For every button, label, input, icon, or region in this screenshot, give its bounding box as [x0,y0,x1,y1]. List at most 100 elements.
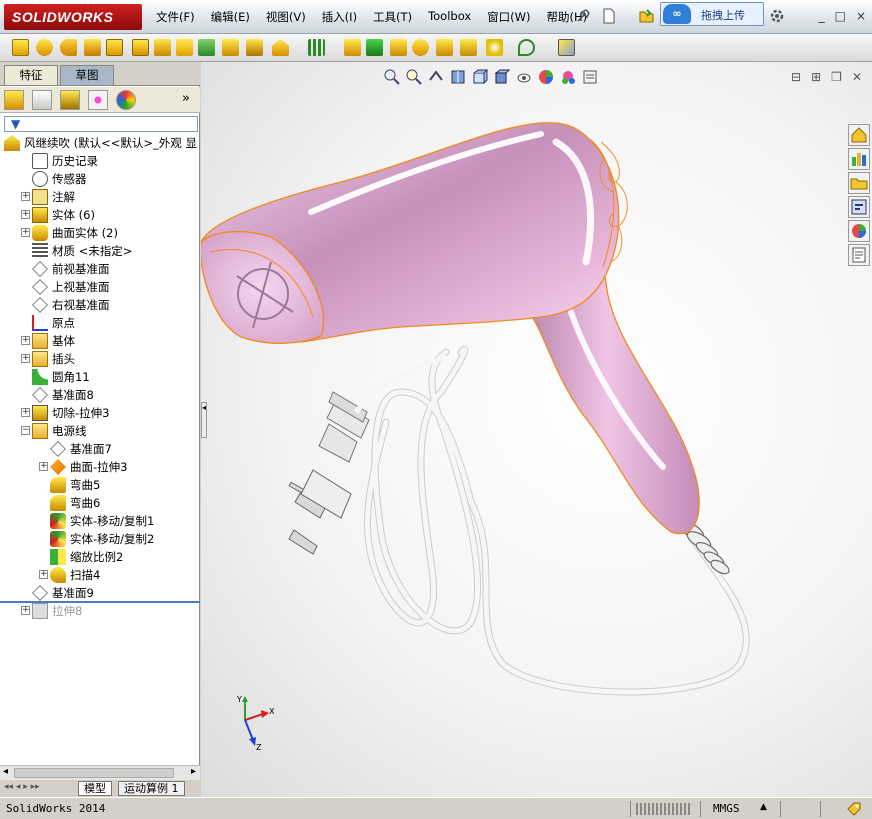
lofted-boss-icon[interactable] [84,39,101,56]
hair-dryer-model[interactable] [201,62,872,797]
intersect-icon[interactable] [436,39,453,56]
extruded-boss-icon[interactable] [12,39,29,56]
tree-item[interactable]: + 基体 [0,332,200,350]
dimxpert-manager-icon[interactable] [88,90,108,110]
minimize-button[interactable]: _ [819,9,825,23]
expand-plus-icon[interactable]: + [21,336,30,345]
collapse-minus-icon[interactable]: − [21,426,30,435]
tree-item[interactable]: 基准面9 [0,584,200,602]
menu-insert[interactable]: 插入(I) [314,9,365,25]
menu-view[interactable]: 视图(V) [258,9,314,25]
tree-filter-field[interactable]: ▼ [4,116,198,132]
more-tabs-chevron-icon[interactable]: » [182,91,190,106]
expand-plus-icon[interactable]: + [39,462,48,471]
expand-plus-icon[interactable]: + [21,228,30,237]
expand-plus-icon[interactable]: + [21,354,30,363]
rollback-bar[interactable] [0,601,200,603]
extruded-cut-icon[interactable] [132,39,149,56]
tree-item[interactable]: 基准面8 [0,386,200,404]
tree-item[interactable]: 圆角11 [0,368,200,386]
menu-edit[interactable]: 编辑(E) [203,9,258,25]
menu-tools[interactable]: 工具(T) [365,9,420,25]
upload-widget[interactable]: ∞ 拖拽上传 [660,2,764,26]
tab-model[interactable]: 模型 [78,781,112,796]
tree-item[interactable]: 弯曲6 [0,494,200,512]
linear-pattern-icon[interactable] [308,39,325,56]
tree-item[interactable]: + 扫描4 [0,566,200,584]
command-manager-tabs: 特征 草图 [0,62,200,86]
shell-icon[interactable] [390,39,407,56]
scroll-thumb[interactable] [14,768,174,778]
expand-plus-icon[interactable]: + [39,570,48,579]
instant3d-icon[interactable] [558,39,575,56]
tree-item[interactable]: 上视基准面 [0,278,200,296]
panel-collapse-handle[interactable]: ◂ [201,402,207,438]
lofted-cut-icon[interactable] [222,39,239,56]
tree-item[interactable]: 传感器 [0,170,200,188]
reference-geometry-icon[interactable] [486,39,503,56]
tree-item[interactable]: 风继续吹 (默认<<默认>_外观 显 [0,134,200,152]
expand-plus-icon[interactable]: + [21,408,30,417]
tab-nav-arrows-icon[interactable]: ◂◂ ◂ ▸ ▸▸ [4,782,40,792]
revolved-cut-icon[interactable] [176,39,193,56]
tab-motion-study[interactable]: 运动算例 1 [118,781,185,796]
rib-icon[interactable] [344,39,361,56]
close-button[interactable]: × [856,9,866,23]
tree-horizontal-scrollbar[interactable]: ◂ ▸ [0,765,200,780]
draft-icon[interactable] [366,39,383,56]
unit-system-indicator[interactable]: MMGS [713,802,740,815]
tree-item[interactable]: 历史记录 [0,152,200,170]
swept-cut-icon[interactable] [198,39,215,56]
menu-file[interactable]: 文件(F) [148,9,203,25]
hole-wizard-icon[interactable] [154,39,171,56]
tree-item[interactable]: + 拉伸8 [0,602,200,620]
open-folder-icon[interactable] [638,7,656,25]
tree-item[interactable]: + 插头 [0,350,200,368]
swept-boss-icon[interactable] [60,39,77,56]
tab-sketch[interactable]: 草图 [60,65,114,85]
scroll-right-icon[interactable]: ▸ [191,766,196,777]
tree-item[interactable]: 缩放比例2 [0,548,200,566]
tree-item[interactable]: 基准面7 [0,440,200,458]
expand-plus-icon[interactable]: + [21,192,30,201]
boundary-cut-icon[interactable] [246,39,263,56]
display-manager-icon[interactable] [116,90,136,110]
tree-item[interactable]: + 曲面-拉伸3 [0,458,200,476]
tree-item[interactable]: + 注解 [0,188,200,206]
units-menu-caret-icon[interactable]: ▲ [760,802,767,812]
expand-plus-icon[interactable]: + [21,210,30,219]
tab-features[interactable]: 特征 [4,65,58,85]
tree-item[interactable]: + 曲面实体 (2) [0,224,200,242]
pushpin-icon[interactable] [574,7,592,25]
graphics-area[interactable]: ⊟ ⊞ ❐ ✕ X Y Z ◂ [201,62,872,797]
curves-icon[interactable] [518,39,535,56]
tag-icon[interactable] [846,801,862,817]
mirror-icon[interactable] [460,39,477,56]
maximize-button[interactable]: □ [835,9,846,23]
tree-item[interactable]: 实体-移动/复制1 [0,512,200,530]
solidworks-logo[interactable]: SOLIDWORKS [4,4,142,30]
feature-manager-icon[interactable] [4,90,24,110]
tree-item[interactable]: − 电源线 [0,422,200,440]
revolved-boss-icon[interactable] [36,39,53,56]
tree-item[interactable]: 材质 <未指定> [0,242,200,260]
boundary-boss-icon[interactable] [106,39,123,56]
settings-gear-icon[interactable] [768,7,786,25]
tree-item[interactable]: 原点 [0,314,200,332]
fillet-icon[interactable] [272,39,289,56]
wrap-icon[interactable] [412,39,429,56]
configuration-manager-icon[interactable] [60,90,80,110]
expand-plus-icon[interactable]: + [21,606,30,615]
tree-item[interactable]: 右视基准面 [0,296,200,314]
tree-item[interactable]: 前视基准面 [0,260,200,278]
menu-toolbox[interactable]: Toolbox [420,9,479,25]
menu-window[interactable]: 窗口(W) [479,9,538,25]
tree-item[interactable]: + 切除-拉伸3 [0,404,200,422]
scroll-left-icon[interactable]: ◂ [3,766,8,777]
sweep-icon [50,567,66,583]
tree-item[interactable]: 实体-移动/复制2 [0,530,200,548]
tree-item[interactable]: + 实体 (6) [0,206,200,224]
property-manager-icon[interactable] [32,90,52,110]
tree-item[interactable]: 弯曲5 [0,476,200,494]
new-document-icon[interactable] [600,7,618,25]
